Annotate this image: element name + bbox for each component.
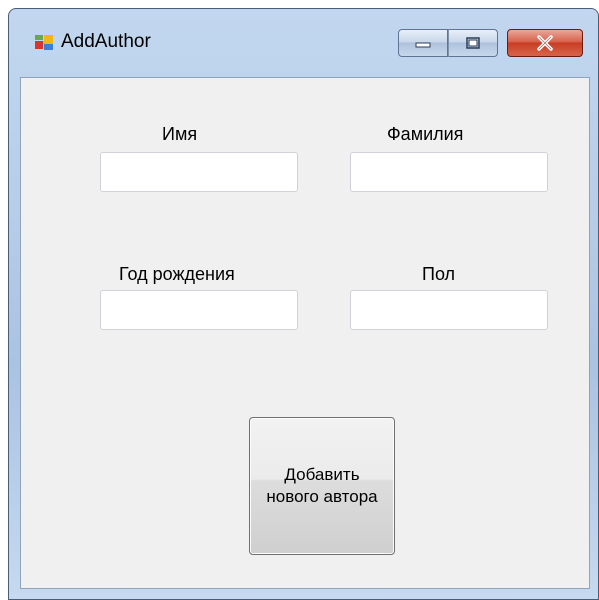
close-icon (537, 35, 553, 51)
maximize-icon (466, 37, 480, 49)
add-author-button-label: Добавить нового автора (266, 465, 378, 506)
app-window: AddAuthor Имя Фамилия Год рождения Пол Д… (8, 8, 599, 600)
minimize-icon (415, 42, 431, 48)
form-icon (35, 35, 53, 51)
last-name-label: Фамилия (387, 124, 464, 144)
gender-input[interactable] (350, 290, 548, 330)
add-author-button[interactable]: Добавить нового автора (249, 417, 395, 555)
gender-label: Пол (422, 264, 456, 284)
first-name-label: Имя (162, 124, 198, 144)
window-title: AddAuthor (61, 31, 151, 52)
first-name-input[interactable] (100, 152, 298, 192)
minimize-button[interactable] (398, 29, 448, 57)
maximize-button[interactable] (448, 29, 498, 57)
title-bar[interactable]: AddAuthor (9, 9, 598, 77)
birth-year-label: Год рождения (119, 264, 235, 284)
form-body: Имя Фамилия Год рождения Пол Добавить но… (20, 77, 590, 589)
close-button[interactable] (507, 29, 583, 57)
last-name-input[interactable] (350, 152, 548, 192)
birth-year-input[interactable] (100, 290, 298, 330)
